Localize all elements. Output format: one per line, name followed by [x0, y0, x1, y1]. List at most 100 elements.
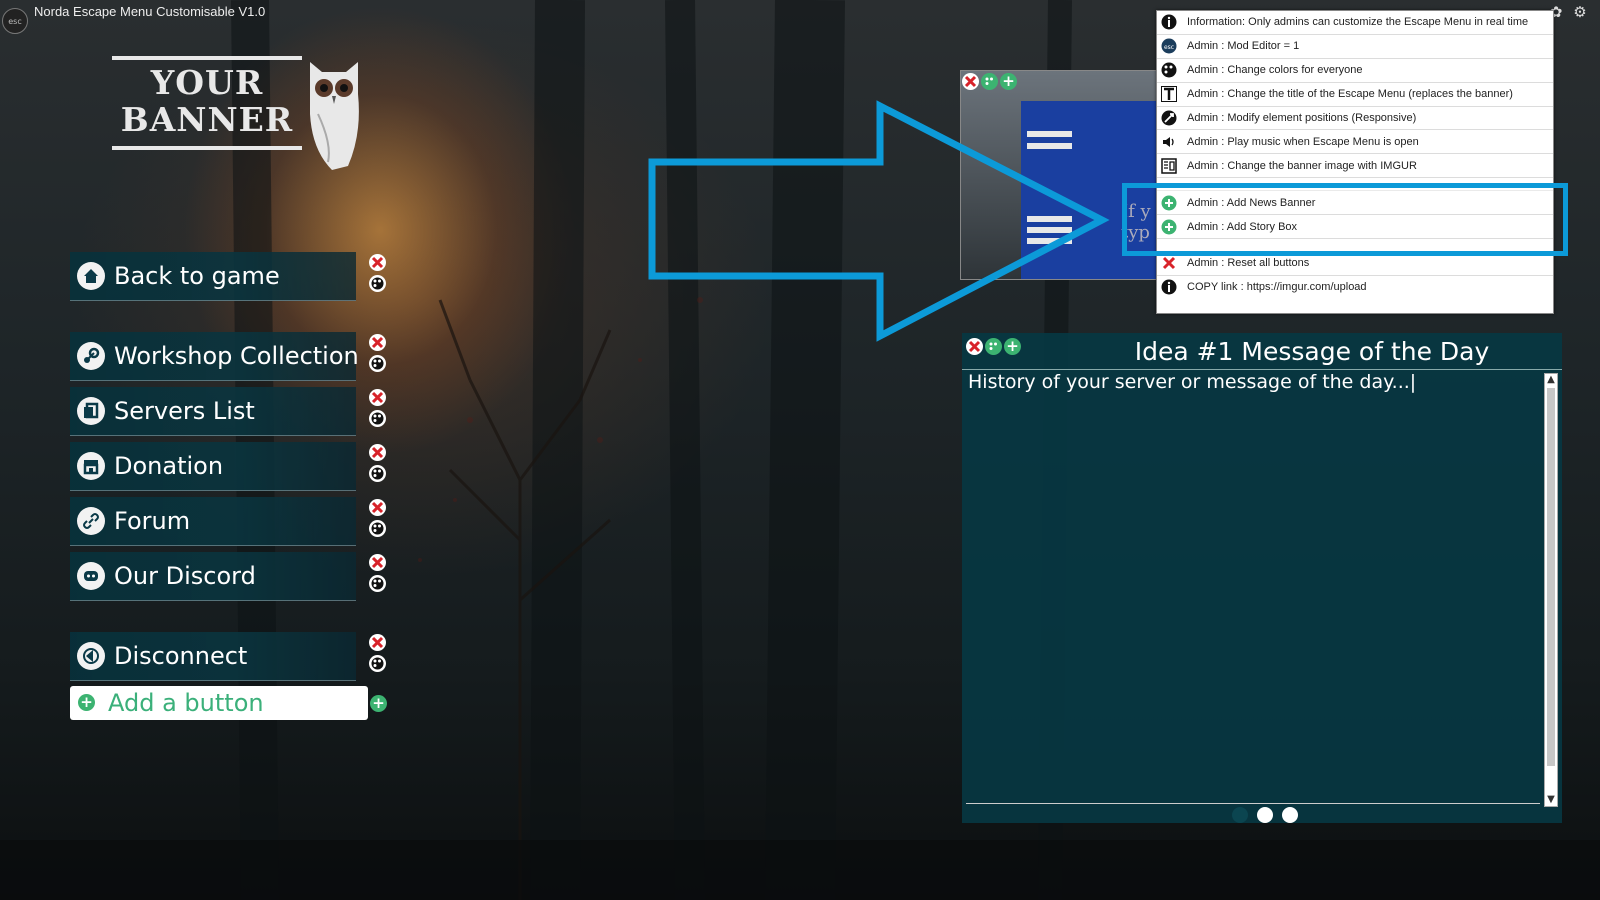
- plus-icon[interactable]: +: [1000, 73, 1017, 90]
- banner-text: YOUR BANNER: [112, 64, 302, 138]
- servers-list-button[interactable]: Servers List: [70, 387, 356, 436]
- dropdown-item-banner-image[interactable]: Admin : Change the banner image with IMG…: [1157, 154, 1553, 179]
- disconnect-label: Disconnect: [114, 642, 248, 670]
- dropdown-item-music[interactable]: Admin : Play music when Escape Menu is o…: [1157, 130, 1553, 155]
- disconnect-controls: [369, 634, 387, 672]
- svg-text:esc: esc: [1164, 44, 1174, 51]
- scroll-thumb[interactable]: [1547, 388, 1555, 766]
- disconnect-icon: [77, 642, 105, 670]
- disconnect-button[interactable]: Disconnect: [70, 632, 356, 681]
- plus-icon: +: [78, 694, 95, 711]
- palette-icon[interactable]: [985, 338, 1002, 355]
- bottom-shadow: [0, 840, 1600, 900]
- esc-icon: esc: [1161, 38, 1177, 54]
- delete-icon[interactable]: [369, 389, 386, 406]
- dropdown-label: Admin : Mod Editor = 1: [1187, 40, 1300, 53]
- message-of-the-day-panel: + Idea #1 Message of the Day History of …: [962, 333, 1562, 823]
- speaker-icon: [1161, 134, 1177, 150]
- dropdown-item-mod-editor[interactable]: esc Admin : Mod Editor = 1: [1157, 35, 1553, 59]
- plus-icon[interactable]: +: [1004, 338, 1021, 355]
- donation-controls: [369, 444, 387, 482]
- dropdown-label: Admin : Change the title of the Escape M…: [1187, 88, 1513, 101]
- info-icon: [1161, 279, 1177, 295]
- delete-icon[interactable]: [369, 444, 386, 461]
- dropdown-label: Admin : Modify element positions (Respon…: [1187, 112, 1417, 124]
- banner-top-line: [112, 56, 302, 60]
- palette-icon[interactable]: [369, 575, 386, 592]
- motd-divider: [966, 803, 1540, 804]
- delete-icon[interactable]: [966, 338, 983, 355]
- dropdown-label: Admin : Change the banner image with IMG…: [1187, 159, 1417, 172]
- banner-line1: YOUR: [150, 63, 264, 102]
- dropdown-item-positions[interactable]: Admin : Modify element positions (Respon…: [1157, 107, 1553, 131]
- text-icon: [1161, 86, 1177, 103]
- motd-textarea[interactable]: History of your server or message of the…: [968, 371, 1528, 393]
- add-a-button[interactable]: + Add a button: [70, 686, 368, 720]
- our-discord-label: Our Discord: [114, 562, 256, 590]
- admin-dropdown-menu: Information: Only admins can customize t…: [1156, 10, 1554, 314]
- highlight-box: [1122, 183, 1568, 256]
- dropdown-item-copy-link[interactable]: COPY link : https://imgur.com/upload: [1157, 276, 1553, 299]
- servers-icon: [77, 397, 105, 425]
- preview-controls: +: [962, 73, 1017, 94]
- preview-row: [1027, 216, 1072, 222]
- reset-icon: [1161, 255, 1177, 271]
- scroll-down-icon[interactable]: ▼: [1545, 794, 1557, 806]
- dropdown-label: Admin : Reset all buttons: [1187, 257, 1310, 270]
- page-dot[interactable]: [1232, 807, 1248, 823]
- image-icon: [1161, 158, 1177, 174]
- motd-scrollbar[interactable]: ▲ ▼: [1544, 373, 1558, 807]
- donation-label: Donation: [114, 452, 224, 480]
- dropdown-item-colors[interactable]: Admin : Change colors for everyone: [1157, 59, 1553, 83]
- dropdown-label: COPY link : https://imgur.com/upload: [1187, 281, 1367, 294]
- motd-header: + Idea #1 Message of the Day: [962, 333, 1562, 370]
- page-dot[interactable]: [1257, 807, 1273, 823]
- workshop-collection-controls: [369, 334, 387, 372]
- dropdown-label: Admin : Change colors for everyone: [1187, 64, 1363, 77]
- discord-icon: [77, 562, 105, 590]
- delete-icon[interactable]: [369, 499, 386, 516]
- corner-toolbar: ✿ ⚙: [1548, 4, 1588, 20]
- dropdown-item-info[interactable]: Information: Only admins can customize t…: [1157, 11, 1553, 35]
- palette-icon[interactable]: [369, 410, 386, 427]
- delete-icon[interactable]: [369, 634, 386, 651]
- esc-logo-icon: esc: [2, 8, 28, 34]
- palette-icon[interactable]: [981, 73, 998, 90]
- forum-label: Forum: [114, 507, 191, 535]
- preview-row: [1027, 238, 1072, 244]
- pagination-dots: [1232, 807, 1298, 823]
- workshop-collection-label: Workshop Collection: [114, 342, 359, 370]
- forum-button[interactable]: Forum: [70, 497, 356, 546]
- banner-line2: BANNER: [120, 100, 294, 139]
- preview-row: [1027, 143, 1072, 149]
- dropdown-label: Admin : Play music when Escape Menu is o…: [1187, 135, 1419, 148]
- dropdown-label: Information: Only admins can customize t…: [1187, 16, 1529, 29]
- motd-title: Idea #1 Message of the Day: [1134, 337, 1490, 366]
- palette-icon[interactable]: [369, 465, 386, 482]
- delete-icon[interactable]: [369, 254, 386, 271]
- palette-icon[interactable]: [369, 355, 386, 372]
- palette-icon[interactable]: [369, 655, 386, 672]
- preview-row: [1027, 131, 1072, 137]
- delete-icon[interactable]: [369, 554, 386, 571]
- palette-icon[interactable]: [369, 520, 386, 537]
- home-icon: [77, 262, 105, 290]
- add-plus-icon[interactable]: +: [370, 695, 387, 712]
- back-to-game-controls: [369, 254, 387, 292]
- workshop-collection-button[interactable]: Workshop Collection: [70, 332, 359, 381]
- preview-row: [1027, 227, 1072, 233]
- dropdown-item-title[interactable]: Admin : Change the title of the Escape M…: [1157, 83, 1553, 107]
- gear-icon[interactable]: ⚙: [1572, 4, 1588, 20]
- back-to-game-label: Back to game: [114, 262, 280, 290]
- palette-icon[interactable]: [369, 275, 386, 292]
- delete-icon[interactable]: [962, 73, 979, 90]
- our-discord-button[interactable]: Our Discord: [70, 552, 356, 601]
- back-to-game-button[interactable]: Back to game: [70, 252, 356, 301]
- delete-icon[interactable]: [369, 334, 386, 351]
- link-icon: [77, 507, 105, 535]
- palette-icon: [1161, 62, 1177, 78]
- donation-button[interactable]: Donation: [70, 442, 356, 491]
- page-dot[interactable]: [1282, 807, 1298, 823]
- scroll-up-icon[interactable]: ▲: [1545, 374, 1557, 386]
- our-discord-controls: [369, 554, 387, 592]
